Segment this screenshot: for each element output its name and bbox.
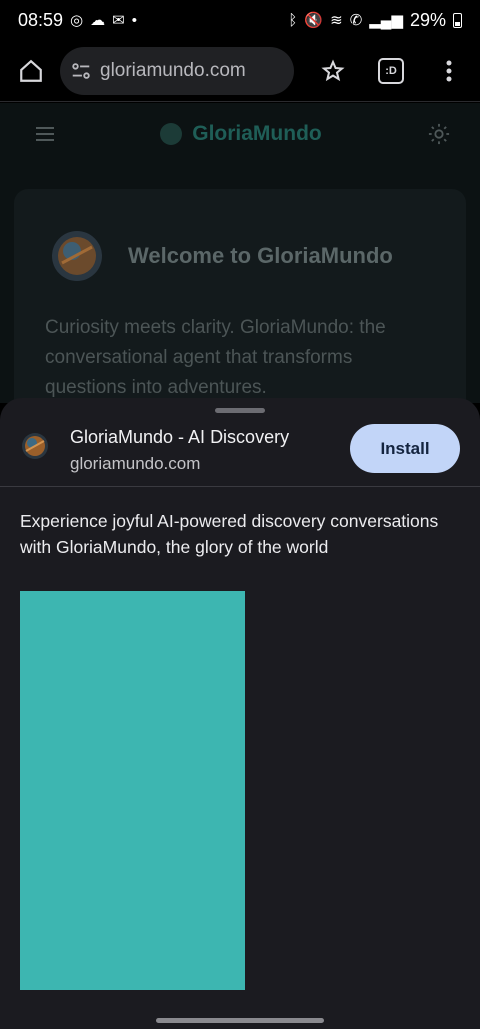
home-gesture-bar[interactable] (156, 1018, 324, 1023)
status-left: 08:59 ◎ ☁ ✉ • (18, 10, 137, 31)
tab-count: :D (378, 57, 404, 84)
install-bottom-sheet: GloriaMundo - AI Discovery gloriamundo.c… (0, 398, 480, 1029)
battery-icon (453, 12, 462, 28)
status-bar: 08:59 ◎ ☁ ✉ • ᛒ 🔇 ≋ ✆ ▂▄▆ 29% (0, 0, 480, 40)
dot-icon: • (131, 11, 137, 29)
menu-button[interactable] (432, 54, 466, 88)
battery-percent: 29% (409, 9, 446, 30)
status-time: 08:59 (18, 9, 64, 30)
mail-icon: ✉ (112, 11, 125, 29)
website-content: GloriaMundo Welcome to GloriaMundo Curio… (0, 103, 480, 403)
star-icon (321, 58, 345, 81)
cloud-icon: ☁ (90, 11, 106, 29)
signal-icon: ▂▄▆ (369, 11, 403, 29)
globe-logo-icon (52, 231, 102, 281)
call-icon: ✆ (349, 11, 363, 29)
app-screenshot-preview[interactable] (20, 591, 245, 990)
browser-toolbar: gloriamundo.com :D (0, 40, 480, 102)
brand-logo-icon (160, 123, 183, 145)
site-brand[interactable]: GloriaMundo (160, 122, 322, 146)
site-header: GloriaMundo (0, 103, 480, 165)
site-settings-icon (72, 62, 90, 79)
mute-icon: 🔇 (304, 11, 324, 29)
app-icon (22, 433, 48, 459)
sheet-drag-handle[interactable] (215, 408, 265, 413)
hamburger-menu-icon[interactable] (36, 126, 54, 142)
chrome-icon: ◎ (70, 11, 84, 29)
welcome-description: Curiosity meets clarity. GloriaMundo: th… (45, 317, 386, 398)
theme-toggle-icon[interactable] (428, 123, 450, 145)
install-button[interactable]: Install (350, 424, 460, 473)
toolbar-actions: :D (316, 54, 466, 88)
welcome-title: Welcome to GloriaMundo (128, 243, 393, 268)
app-name: GloriaMundo - AI Discovery (70, 427, 290, 447)
app-domain: gloriamundo.com (70, 454, 201, 473)
tab-switcher-button[interactable]: :D (374, 54, 408, 88)
bookmark-button[interactable] (316, 54, 350, 88)
url-text: gloriamundo.com (100, 59, 246, 81)
home-icon (20, 59, 42, 82)
bluetooth-icon: ᛒ (288, 11, 298, 29)
more-vert-icon (446, 60, 452, 81)
sheet-divider (0, 486, 480, 487)
app-description: Experience joyful AI-powered discovery c… (20, 511, 439, 557)
welcome-title-row: Welcome to GloriaMundo (14, 189, 466, 283)
status-right: ᛒ 🔇 ≋ ✆ ▂▄▆ 29% (288, 10, 462, 31)
welcome-card: Welcome to GloriaMundo Curiosity meets c… (14, 189, 466, 403)
url-bar[interactable]: gloriamundo.com (60, 46, 294, 95)
brand-name: GloriaMundo (192, 122, 322, 145)
app-info-row: GloriaMundo - AI Discovery gloriamundo.c… (0, 422, 480, 486)
wifi-icon: ≋ (330, 11, 343, 29)
home-button[interactable] (14, 54, 48, 88)
